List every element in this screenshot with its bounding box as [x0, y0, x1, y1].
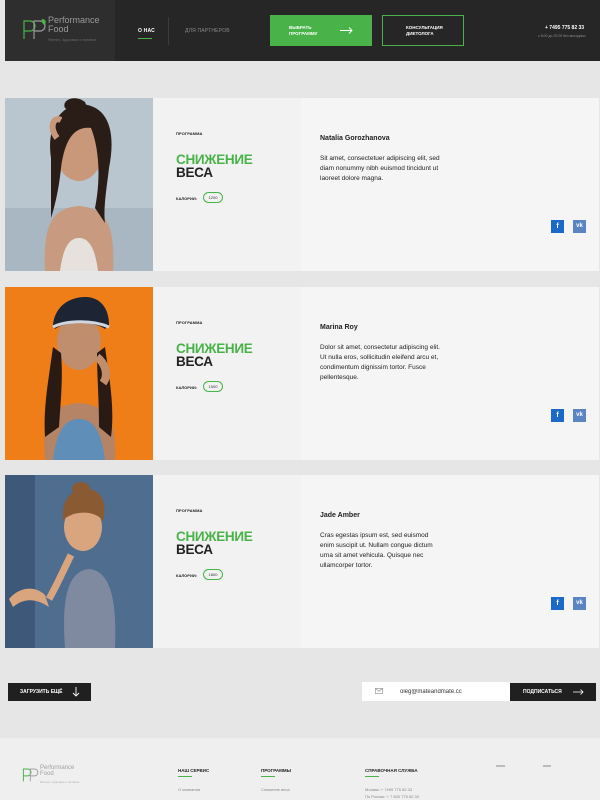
program-info: ПРОГРАММА СНИЖЕНИЕ ВЕСА КАЛОРИИ: 1200	[153, 98, 301, 271]
consult-nutritionist-button[interactable]: КОНСУЛЬТАЦИЯ ДИЕТОЛОГА	[382, 15, 464, 46]
footer-mark	[543, 765, 551, 767]
logo-mark-icon	[23, 19, 46, 39]
consult-label: КОНСУЛЬТАЦИЯ ДИЕТОЛОГА	[406, 25, 443, 36]
trainer-info: Jade Amber Cras egestas ipsum est, sed e…	[301, 475, 599, 648]
trainer-description: Sit amet, consectetuer adipiscing elit, …	[320, 155, 440, 182]
footer-heading-help: СПРАВОЧНАЯ СЛУЖБА	[365, 768, 418, 777]
trainer-photo	[5, 98, 153, 271]
program-info: ПРОГРАММА СНИЖЕНИЕ ВЕСА КАЛОРИИ: 1500	[153, 287, 301, 460]
facebook-icon[interactable]: f	[551, 220, 564, 233]
calories-label: КАЛОРИИ:	[176, 573, 198, 578]
footer-phone-russia[interactable]: По России: + 7 800 775 82 33	[365, 794, 419, 799]
subscribe-button[interactable]: ПОДПИСАТЬСЯ	[510, 683, 596, 701]
trainer-photo	[5, 475, 153, 648]
load-more-button[interactable]: ЗАГРУЗИТЬ ЕЩЁ	[8, 683, 91, 701]
footer-heading-programs: ПРОГРАММЫ	[261, 768, 291, 777]
logo-name: Performance Food	[48, 15, 100, 34]
footer-mark	[496, 765, 505, 767]
nav-about[interactable]: О НАС	[138, 28, 155, 39]
trainer-photo	[5, 287, 153, 460]
vk-icon[interactable]: vk	[573, 220, 586, 233]
program-title-line2: ВЕСА	[176, 354, 213, 369]
program-title-line2: ВЕСА	[176, 542, 213, 557]
footer-phone-moscow[interactable]: Москва: + 7495 775 82 33	[365, 787, 412, 792]
load-more-label: ЗАГРУЗИТЬ ЕЩЁ	[20, 689, 63, 695]
program-label: ПРОГРАММА	[176, 320, 203, 325]
choose-program-label: ВЫБРАТЬ ПРОГРАММУ	[289, 25, 318, 36]
trainer-name: Jade Amber	[320, 512, 360, 519]
facebook-icon[interactable]: f	[551, 409, 564, 422]
trainer-card: ПРОГРАММА СНИЖЕНИЕ ВЕСА КАЛОРИИ: 1500 Ma…	[5, 287, 599, 460]
phone-hours: с 8:00 до 20:00 без выходных	[538, 34, 586, 38]
vk-icon[interactable]: vk	[573, 597, 586, 610]
footer-link[interactable]: Снижение веса	[261, 787, 290, 792]
logo-tagline: Фитнес, здоровье и питание	[48, 38, 97, 42]
choose-program-button[interactable]: ВЫБРАТЬ ПРОГРАММУ	[270, 15, 372, 46]
trainer-card: ПРОГРАММА СНИЖЕНИЕ ВЕСА КАЛОРИИ: 1800 Ja…	[5, 475, 599, 648]
program-info: ПРОГРАММА СНИЖЕНИЕ ВЕСА КАЛОРИИ: 1800	[153, 475, 301, 648]
trainer-card: ПРОГРАММА СНИЖЕНИЕ ВЕСА КАЛОРИИ: 1200 Na…	[5, 98, 599, 271]
subscribe-label: ПОДПИСАТЬСЯ	[523, 689, 562, 695]
nav-divider	[168, 17, 169, 45]
arrow-right-icon	[340, 27, 353, 34]
email-input[interactable]	[400, 684, 504, 699]
calories-badge: 1800	[203, 569, 223, 580]
trainer-description: Cras egestas ipsum est, sed euismod enim…	[320, 532, 433, 569]
email-subscribe-field	[362, 682, 510, 701]
footer-logo-icon[interactable]	[22, 766, 40, 783]
footer-link[interactable]: О компании	[178, 787, 200, 792]
site-header: Performance Food Фитнес, здоровье и пита…	[5, 0, 600, 61]
footer-logo-name: Performance Food	[40, 765, 75, 777]
program-label: ПРОГРАММА	[176, 131, 203, 136]
site-footer: Performance Food Фитнес, здоровье и пита…	[0, 738, 600, 800]
trainer-description: Dolor sit amet, consectetur adipiscing e…	[320, 344, 440, 381]
header-phone[interactable]: + 7495 775 82 33	[545, 25, 584, 31]
calories-label: КАЛОРИИ:	[176, 196, 198, 201]
nav-partners[interactable]: ДЛЯ ПАРТНЕРОВ	[185, 28, 230, 34]
program-title-line2: ВЕСА	[176, 165, 213, 180]
vk-icon[interactable]: vk	[573, 409, 586, 422]
trainer-name: Natalia Gorozhanova	[320, 135, 390, 142]
logo[interactable]: Performance Food Фитнес, здоровье и пита…	[5, 0, 115, 61]
arrow-down-icon	[72, 687, 80, 697]
trainer-info: Natalia Gorozhanova Sit amet, consectetu…	[301, 98, 599, 271]
trainer-name: Marina Roy	[320, 324, 358, 331]
program-label: ПРОГРАММА	[176, 508, 203, 513]
calories-label: КАЛОРИИ:	[176, 385, 198, 390]
footer-heading-service: НАШ СЕРВИС	[178, 768, 210, 777]
facebook-icon[interactable]: f	[551, 597, 564, 610]
trainer-info: Marina Roy Dolor sit amet, consectetur a…	[301, 287, 599, 460]
arrow-right-icon	[573, 689, 584, 695]
calories-badge: 1500	[203, 381, 223, 392]
footer-logo-tagline: Фитнес, здоровье и питание	[40, 780, 80, 784]
calories-badge: 1200	[203, 192, 223, 203]
mail-icon	[375, 688, 383, 694]
